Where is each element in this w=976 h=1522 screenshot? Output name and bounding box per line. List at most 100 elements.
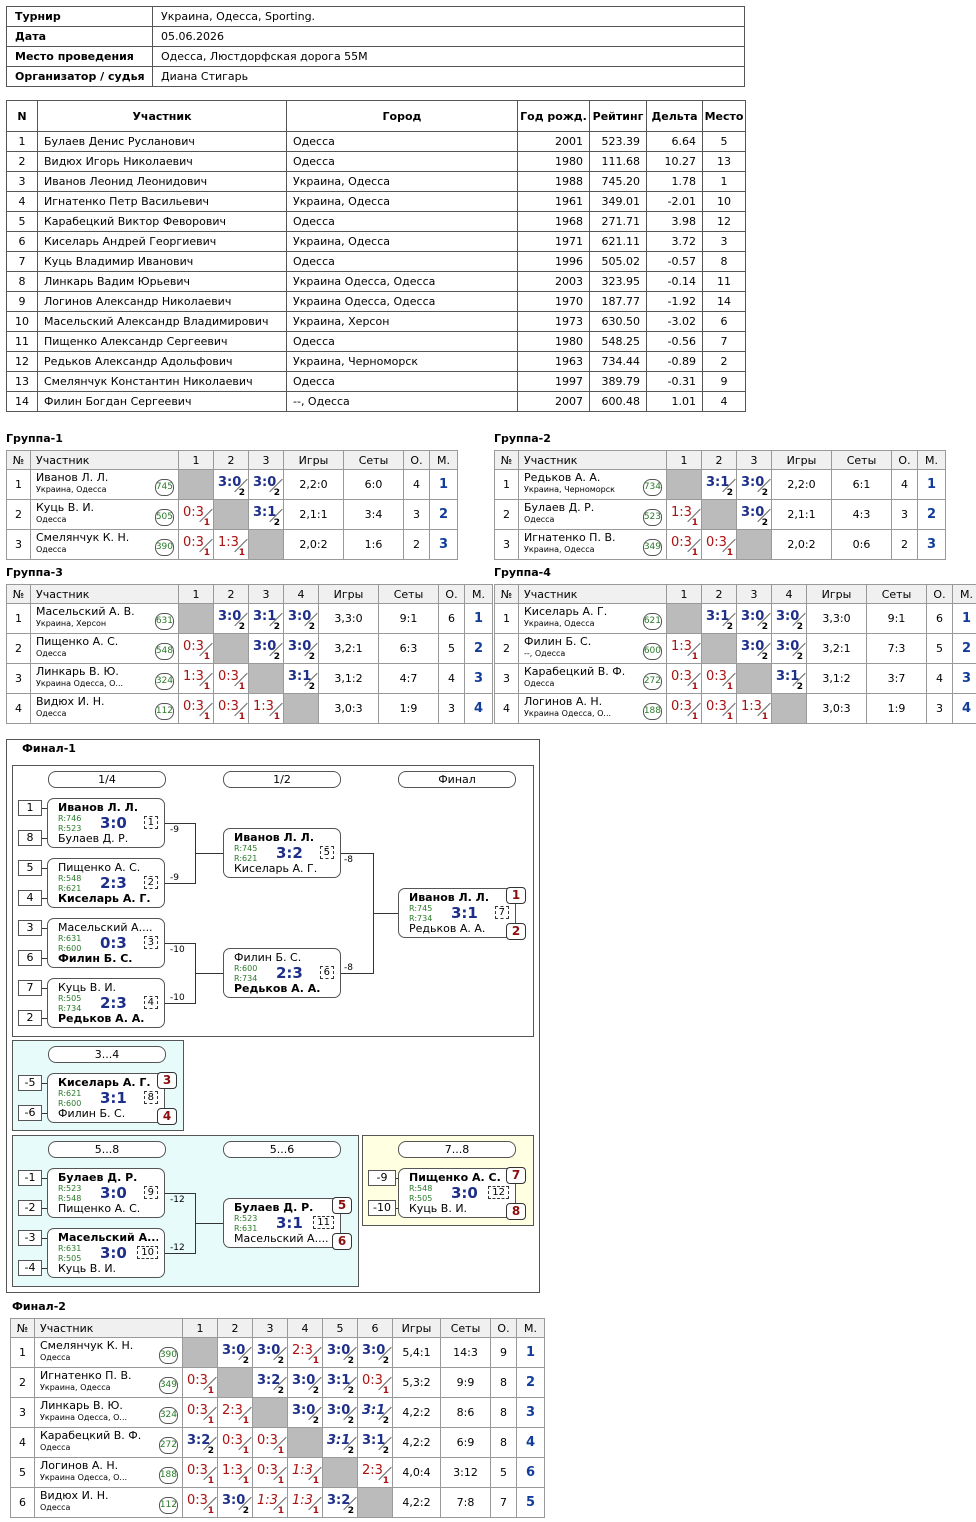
participant-cell[interactable]: Масельский А. В. Украина, Херсон 631	[30, 603, 179, 634]
match-box[interactable]: Иванов Л. Л. R:745 R:621 3:2 5 Киселарь А. Г.	[223, 828, 341, 878]
score-cell[interactable]: 3:1 2	[248, 499, 284, 530]
match-box[interactable]: Филин Б. С. R:600 R:734 2:3 6 Редьков А. А.	[223, 948, 341, 998]
score-cell[interactable]: 0:3 1	[182, 1367, 218, 1398]
score-cell[interactable]: 0:3 1	[182, 1487, 218, 1518]
match-score[interactable]: 2:3	[222, 1403, 243, 1418]
match-score[interactable]: 0:3	[257, 1463, 278, 1478]
match-box[interactable]: Киселарь А. Г. R:621 R:600 3:1 8 Филин Б. С.	[47, 1073, 165, 1123]
score-cell[interactable]: 3:0 2	[322, 1337, 358, 1368]
column-header[interactable]: Рейтинг	[589, 100, 647, 132]
score-cell[interactable]: 3:1 2	[283, 663, 319, 694]
column-header[interactable]: Год рожд.	[517, 100, 590, 132]
score-cell[interactable]: 1:3 1	[248, 693, 284, 724]
score-cell[interactable]: 3:1 2	[322, 1427, 358, 1458]
score-cell[interactable]: 3:0 2	[213, 603, 249, 634]
participant-cell[interactable]: Логинов А. Н. Украина Одесса, О... 188	[34, 1457, 183, 1488]
score-cell[interactable]: 3:0 2	[283, 603, 319, 634]
score-cell[interactable]: 1:3 1	[666, 499, 702, 530]
score-cell[interactable]: 0:3 1	[178, 693, 214, 724]
match-box[interactable]: Куць В. И. R:505 R:734 2:3 4 Редьков А. А.	[47, 978, 165, 1028]
score-cell[interactable]: 3:0 2	[248, 469, 284, 500]
column-header[interactable]: Участник	[37, 100, 287, 132]
match-score[interactable]: 1:3	[183, 669, 204, 684]
match-score[interactable]: 1:3	[222, 1463, 243, 1478]
match-score[interactable]: 0:3	[218, 699, 239, 714]
score-cell[interactable]: 1:3 1	[287, 1457, 323, 1488]
participant-cell[interactable]: Пищенко А. С. Одесса 548	[30, 633, 179, 664]
score-cell[interactable]: 1:3 1	[666, 633, 702, 664]
score-cell[interactable]: 0:3 1	[213, 693, 249, 724]
score-cell[interactable]: 0:3 1	[357, 1367, 393, 1398]
match-score[interactable]: 0:3	[671, 669, 692, 684]
participant-cell[interactable]: Киселарь А. Г. Украина, Одесса 621	[518, 603, 667, 634]
match-score[interactable]: 1:3	[671, 505, 692, 520]
score-cell[interactable]: 0:3 1	[182, 1397, 218, 1428]
score-cell[interactable]: 0:3 1	[701, 529, 737, 560]
score-cell[interactable]: 0:3 1	[252, 1457, 288, 1488]
score-cell[interactable]: 3:0 2	[283, 633, 319, 664]
match-score[interactable]: 0:3	[187, 1373, 208, 1388]
score-cell[interactable]: 0:3 1	[666, 663, 702, 694]
participant-cell[interactable]: Карабецкий В. Ф. Одесса 272	[34, 1427, 183, 1458]
score-cell[interactable]: 3:0 2	[736, 603, 772, 634]
participant-cell[interactable]: Линкарь В. Ю. Украина Одесса, О... 324	[30, 663, 179, 694]
score-cell[interactable]: 3:0 2	[322, 1397, 358, 1428]
match-score[interactable]: 1:3	[253, 699, 274, 714]
match-score[interactable]: 0:3	[183, 639, 204, 654]
score-cell[interactable]: 1:3 1	[178, 663, 214, 694]
match-box[interactable]: Булаев Д. Р. R:523 R:548 3:0 9 Пищенко А. С.	[47, 1168, 165, 1218]
match-score[interactable]: 1:3	[671, 639, 692, 654]
score-cell[interactable]: 0:3 1	[701, 693, 737, 724]
match-score[interactable]: 0:3	[671, 699, 692, 714]
score-cell[interactable]: 3:2 2	[252, 1367, 288, 1398]
score-cell[interactable]: 3:0 2	[771, 603, 807, 634]
match-score[interactable]: 0:3	[706, 535, 727, 550]
participant-cell[interactable]: Смелянчук К. Н. Одесса 390	[30, 529, 179, 560]
match-score[interactable]: 1:3	[292, 1493, 313, 1508]
score-cell[interactable]: 3:1 2	[248, 603, 284, 634]
match-score[interactable]: 0:3	[706, 669, 727, 684]
score-cell[interactable]: 0:3 1	[178, 633, 214, 664]
score-cell[interactable]: 0:3 1	[213, 663, 249, 694]
participant-cell[interactable]: Филин Б. С. --, Одесса 600	[518, 633, 667, 664]
score-cell[interactable]: 3:0 2	[736, 499, 772, 530]
match-score[interactable]: 1:3	[741, 699, 762, 714]
participant-cell[interactable]: Игнатенко П. В. Украина, Одесса 349	[34, 1367, 183, 1398]
match-box[interactable]: Иванов Л. Л. R:746 R:523 3:0 1 Булаев Д. Р.	[47, 798, 165, 848]
match-score[interactable]: 0:3	[257, 1433, 278, 1448]
match-box[interactable]: Масельский А.... R:631 R:505 3:0 10 Куць В. И…	[47, 1228, 165, 1278]
match-box[interactable]: Булаев Д. Р. R:523 R:631 3:1 11 Масельский А.…	[223, 1198, 341, 1248]
score-cell[interactable]: 3:0 2	[217, 1487, 253, 1518]
participant-cell[interactable]: Смелянчук К. Н. Одесса 390	[34, 1337, 183, 1368]
score-cell[interactable]: 2:3 1	[357, 1457, 393, 1488]
score-cell[interactable]: 3:0 2	[213, 469, 249, 500]
score-cell[interactable]: 2:3 1	[287, 1337, 323, 1368]
participant-cell[interactable]: Видюх И. Н. Одесса 112	[34, 1487, 183, 1518]
score-cell[interactable]: 3:1 2	[701, 603, 737, 634]
score-cell[interactable]: 2:3 1	[217, 1397, 253, 1428]
score-cell[interactable]: 1:3 1	[213, 529, 249, 560]
score-cell[interactable]: 0:3 1	[178, 529, 214, 560]
score-cell[interactable]: 1:3 1	[736, 693, 772, 724]
score-cell[interactable]: 3:0 2	[252, 1337, 288, 1368]
participant-cell[interactable]: Игнатенко П. В. Украина, Одесса 349	[518, 529, 667, 560]
match-score[interactable]: 0:3	[183, 505, 204, 520]
score-cell[interactable]: 0:3 1	[666, 693, 702, 724]
score-cell[interactable]: 0:3 1	[252, 1427, 288, 1458]
match-score[interactable]: 0:3	[187, 1493, 208, 1508]
score-cell[interactable]: 3:0 2	[736, 469, 772, 500]
participant-cell[interactable]: Видюх И. Н. Одесса 112	[30, 693, 179, 724]
match-score[interactable]: 0:3	[187, 1403, 208, 1418]
participant-cell[interactable]: Редьков А. А. Украина, Черноморск 734	[518, 469, 667, 500]
column-header[interactable]: Дельта	[646, 100, 703, 132]
score-cell[interactable]: 3:1 2	[357, 1397, 393, 1428]
score-cell[interactable]: 0:3 1	[182, 1457, 218, 1488]
score-cell[interactable]: 0:3 1	[178, 499, 214, 530]
participant-cell[interactable]: Карабецкий В. Ф. Одесса 272	[518, 663, 667, 694]
score-cell[interactable]: 3:1 2	[701, 469, 737, 500]
score-cell[interactable]: 0:3 1	[666, 529, 702, 560]
participant-cell[interactable]: Иванов Л. Л. Украина, Одесса 745	[30, 469, 179, 500]
score-cell[interactable]: 3:0 2	[287, 1397, 323, 1428]
score-cell[interactable]: 3:0 2	[736, 633, 772, 664]
score-cell[interactable]: 1:3 1	[252, 1487, 288, 1518]
